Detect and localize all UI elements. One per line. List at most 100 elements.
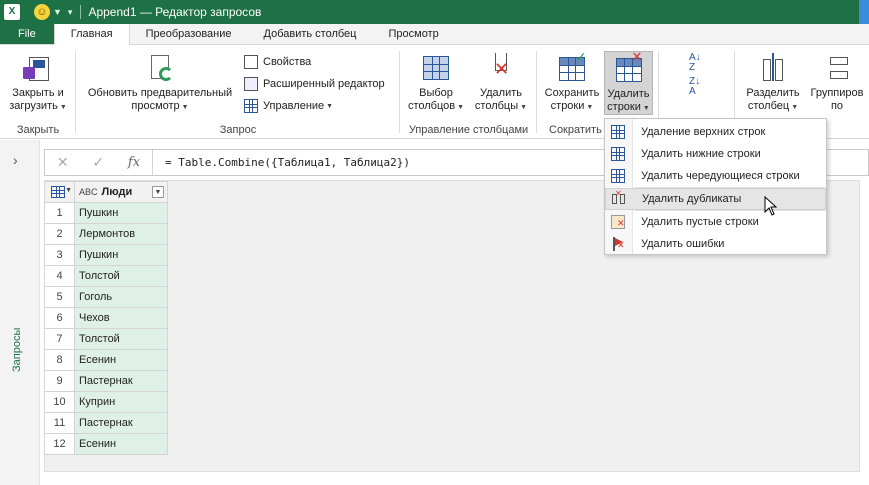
row-number[interactable]: 9 [44, 370, 75, 392]
row-number[interactable]: 7 [44, 328, 75, 350]
cell-value[interactable]: Пастернак [74, 412, 168, 434]
cell-value[interactable]: Пушкин [74, 202, 168, 224]
remove-duplicates-icon: ✕ [612, 189, 626, 206]
row-number[interactable]: 2 [44, 223, 75, 245]
cell-value[interactable]: Толстой [74, 265, 168, 287]
row-number[interactable]: 3 [44, 244, 75, 266]
close-load-label-2: загрузить ▼ [9, 100, 67, 112]
row-number[interactable]: 8 [44, 349, 75, 371]
keep-rows-button[interactable]: ✓ Сохранить строки ▼ [541, 50, 603, 114]
properties-button[interactable]: Свойства [244, 53, 311, 71]
title-separator [80, 5, 82, 19]
cell-value[interactable]: Куприн [74, 391, 168, 413]
sort-descending-icon[interactable]: Z↓ A [689, 77, 700, 97]
column-header-people[interactable]: ABC Люди ▼ [74, 181, 168, 203]
ribbon-tabs: File Главная Преобразование Добавить сто… [0, 24, 869, 46]
cell-value[interactable]: Лермонтов [74, 223, 168, 245]
formula-input[interactable]: = Table.Combine({Таблица1, Таблица2}) [153, 156, 410, 169]
table-row[interactable]: 12 Есенин [44, 433, 168, 455]
window-title: Append1 — Редактор запросов [88, 5, 262, 19]
table-row[interactable]: 3 Пушкин [44, 244, 168, 266]
group-close: Закрыть и загрузить ▼ Закрыть [0, 45, 76, 139]
row-number[interactable]: 5 [44, 286, 75, 308]
tab-home[interactable]: Главная [53, 24, 130, 46]
table-body: 1 Пушкин 2 Лермонтов 3 Пушкин 4 Толстой 5 Гоголь 6… [44, 202, 168, 455]
cell-value[interactable]: Пастернак [74, 370, 168, 392]
tab-add-column[interactable]: Добавить столбец [248, 24, 373, 44]
row-number[interactable]: 10 [44, 391, 75, 413]
table-icon [51, 186, 65, 198]
choose-columns-button[interactable]: Выбор столбцов ▼ [404, 53, 468, 114]
tab-view[interactable]: Просмотр [372, 24, 454, 44]
manage-button[interactable]: Управление ▼ [244, 97, 333, 115]
quick-access-customize-icon[interactable]: ▾ [68, 7, 73, 18]
group-label-close: Закрыть [16, 124, 60, 136]
row-number[interactable]: 1 [44, 202, 75, 224]
split-column-icon [758, 53, 788, 83]
check-icon[interactable]: ✓ [92, 154, 104, 171]
cell-value[interactable]: Есенин [74, 433, 168, 455]
refresh-label-1: Обновить предварительный [87, 87, 233, 99]
chevron-down-icon: ▼ [65, 187, 72, 194]
table-row[interactable]: 1 Пушкин [44, 202, 168, 224]
advanced-editor-button[interactable]: Расширенный редактор [244, 75, 385, 93]
menu-item-remove-errors[interactable]: ✕ Удалить ошибки [605, 233, 826, 255]
queries-pane-label[interactable]: Запросы [11, 328, 23, 372]
menu-item-remove-alternate-rows[interactable]: Удалить чередующиеся строки [605, 165, 826, 187]
cancel-icon[interactable]: ✕ [57, 154, 69, 171]
cell-value[interactable]: Есенин [74, 349, 168, 371]
column-name: Люди [101, 186, 133, 198]
table-row[interactable]: 8 Есенин [44, 349, 168, 371]
filter-dropdown-icon[interactable]: ▼ [152, 186, 164, 198]
refresh-label-2: просмотр ▼ [131, 100, 189, 112]
chevron-down-icon[interactable]: ▼ [53, 7, 62, 17]
remove-alternate-rows-icon [611, 169, 625, 183]
title-bar: X ☺ ▼ ▾ Append1 — Редактор запросов [0, 0, 869, 24]
group-label-query: Запрос [219, 124, 257, 136]
remove-blank-rows-icon: ✕ [611, 215, 625, 229]
table-row[interactable]: 2 Лермонтов [44, 223, 168, 245]
expand-chevron-icon[interactable]: › [13, 152, 18, 168]
tab-file[interactable]: File [0, 24, 54, 44]
remove-bottom-rows-icon [611, 147, 625, 161]
refresh-preview-button[interactable]: Обновить предварительный просмотр ▼ [82, 53, 238, 114]
row-number[interactable]: 6 [44, 307, 75, 329]
excel-app-icon: X [4, 4, 20, 20]
menu-item-remove-top-rows[interactable]: Удаление верхних строк [605, 121, 826, 143]
close-load-label-1: Закрыть и [12, 87, 64, 99]
split-column-button[interactable]: Разделить столбец ▼ [741, 53, 805, 114]
cell-value[interactable]: Гоголь [74, 286, 168, 308]
group-by-button[interactable]: Группиров по [805, 53, 869, 113]
menu-item-remove-blank-rows[interactable]: ✕ Удалить пустые строки [605, 211, 826, 233]
group-by-icon [822, 53, 852, 83]
table-row[interactable]: 10 Куприн [44, 391, 168, 413]
table-row[interactable]: 9 Пастернак [44, 370, 168, 392]
menu-item-remove-duplicates[interactable]: ✕ Удалить дубликаты [605, 188, 826, 210]
remove-top-rows-icon [611, 125, 625, 139]
table-row[interactable]: 4 Толстой [44, 265, 168, 287]
smiley-feedback-icon[interactable]: ☺ [34, 4, 50, 20]
type-text-icon[interactable]: ABC [79, 187, 98, 197]
table-row[interactable]: 5 Гоголь [44, 286, 168, 308]
sort-ascending-icon[interactable]: A↓ Z [689, 53, 701, 73]
remove-rows-button[interactable]: ✕ Удалить строки ▼ [604, 50, 653, 115]
row-number[interactable]: 11 [44, 412, 75, 434]
cell-value[interactable]: Чехов [74, 307, 168, 329]
fx-icon[interactable]: fx [128, 155, 140, 170]
keep-rows-icon: ✓ [557, 50, 587, 83]
data-table: ▼ ABC Люди ▼ 1 Пушкин 2 Лермонтов 3 Пушкин 4 Тол… [44, 181, 168, 455]
table-row[interactable]: 7 Толстой [44, 328, 168, 350]
remove-columns-button[interactable]: ✕ Удалить столбцы ▼ [470, 53, 532, 114]
table-row[interactable]: 6 Чехов [44, 307, 168, 329]
cell-value[interactable]: Пушкин [74, 244, 168, 266]
table-row[interactable]: 11 Пастернак [44, 412, 168, 434]
mouse-cursor-icon [764, 196, 778, 216]
tab-transform[interactable]: Преобразование [130, 24, 248, 44]
row-number[interactable]: 12 [44, 433, 75, 455]
row-number[interactable]: 4 [44, 265, 75, 287]
close-and-load-button[interactable]: Закрыть и загрузить ▼ [4, 53, 72, 114]
remove-columns-icon: ✕ [486, 53, 516, 83]
table-corner-menu[interactable]: ▼ [44, 181, 75, 203]
menu-item-remove-bottom-rows[interactable]: Удалить нижние строки [605, 143, 826, 165]
cell-value[interactable]: Толстой [74, 328, 168, 350]
